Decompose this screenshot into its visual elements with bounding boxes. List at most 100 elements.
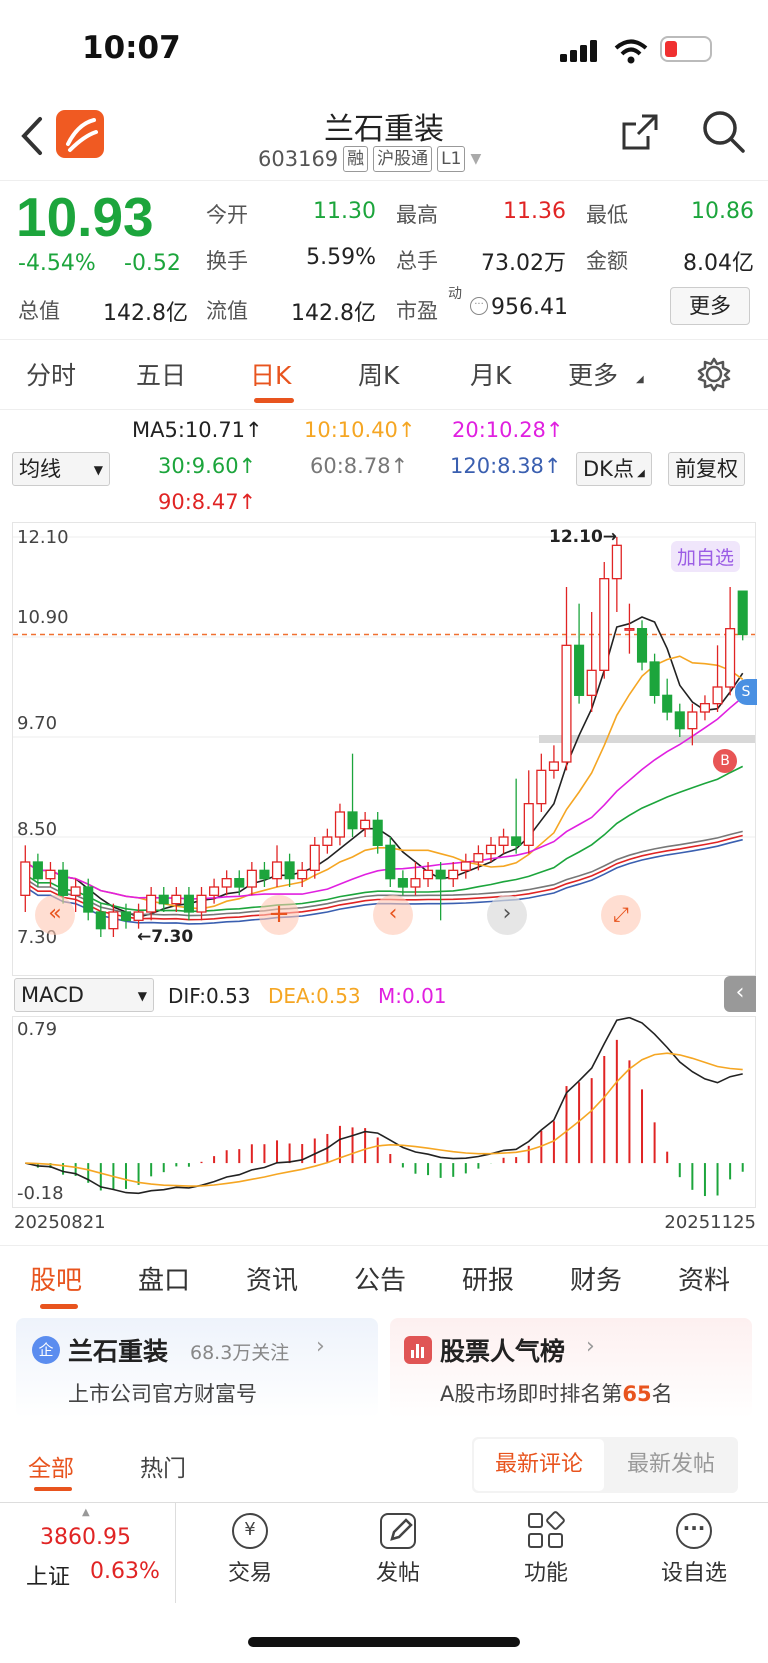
tab-finance[interactable]: 财务: [570, 1260, 622, 1297]
candle-body: [712, 686, 723, 705]
scroll-right-icon[interactable]: ›: [487, 895, 527, 935]
more-stats-button[interactable]: 更多: [670, 287, 750, 325]
tab-daily-k[interactable]: 日K: [250, 356, 291, 392]
popularity-card[interactable]: 股票人气榜 › A股市场即时排名第65名: [390, 1318, 752, 1418]
filter-all[interactable]: 全部: [28, 1449, 74, 1483]
stat-label: 换手: [206, 249, 248, 273]
dea-value: DEA:0.53: [268, 984, 361, 1008]
y-tick: 8.50: [17, 819, 58, 840]
tab-intraday[interactable]: 分时: [26, 356, 76, 392]
scroll-left-fast-icon[interactable]: «: [35, 895, 75, 935]
ma-selector[interactable]: 均线 ▼: [12, 452, 110, 486]
sort-latest-post[interactable]: 最新发帖: [606, 1439, 736, 1491]
settings-gear-icon[interactable]: [696, 356, 732, 392]
stat-value: 10.86: [691, 199, 754, 224]
candle-body: [737, 590, 748, 636]
tab-weekly-k[interactable]: 周K: [358, 356, 399, 392]
tab-five-day[interactable]: 五日: [136, 356, 186, 392]
stat-label: 总值: [18, 299, 60, 323]
y-tick: 10.90: [17, 607, 69, 628]
trade-yen-icon: ¥: [232, 1513, 268, 1549]
index-change: 0.63%: [90, 1559, 160, 1584]
zoom-in-icon[interactable]: +: [259, 895, 299, 935]
chevron-right-icon: ›: [586, 1334, 595, 1359]
stat-value: 73.02万: [481, 251, 566, 276]
tab-news[interactable]: 资讯: [246, 1260, 298, 1297]
functions-button[interactable]: 功能: [496, 1509, 596, 1587]
company-card-title: 兰石重装: [68, 1337, 169, 1366]
candle-body: [234, 878, 245, 888]
add-watchlist-badge[interactable]: 加自选: [671, 541, 741, 572]
ma-indicators: MA5:10.71↑ 10:10.40↑ 20:10.28↑ 均线 ▼ 30:9…: [0, 410, 768, 520]
filter-hot[interactable]: 热门: [140, 1449, 186, 1483]
candle-body: [183, 894, 194, 913]
change-abs: -0.52: [124, 251, 181, 276]
macd-selector[interactable]: MACD ▼: [14, 978, 154, 1012]
stat-value: 8.04亿: [683, 251, 754, 276]
tab-profile[interactable]: 资料: [678, 1260, 730, 1297]
candle-body: [271, 861, 283, 880]
index-widget[interactable]: ▲ 3860.95 上证 0.63%: [0, 1503, 176, 1603]
share-icon[interactable]: [618, 110, 662, 154]
more-dots-icon[interactable]: ···: [470, 297, 488, 315]
tab-announcements[interactable]: 公告: [354, 1260, 406, 1297]
macd-chart[interactable]: 0.79 -0.18: [12, 1016, 756, 1208]
ma-selector-label: 均线: [19, 457, 61, 481]
candle-body: [284, 861, 295, 880]
candle-body: [360, 819, 371, 830]
y-tick: 12.10: [17, 527, 69, 548]
candle-body: [246, 869, 257, 888]
quote-header: 10.93 -4.54% -0.52 今开 11.30 最高 11.36 最低 …: [0, 180, 768, 340]
tab-research[interactable]: 研报: [462, 1260, 514, 1297]
tab-orderbook[interactable]: 盘口: [138, 1260, 190, 1297]
candle-body: [511, 836, 522, 846]
candle-body: [574, 644, 585, 696]
candle-body: [196, 894, 207, 913]
index-value: 3860.95: [40, 1525, 131, 1550]
post-button[interactable]: 发帖: [348, 1513, 448, 1587]
trade-label: 交易: [227, 1561, 272, 1586]
stat-value: 5.59%: [306, 245, 376, 270]
tab-monthly-k[interactable]: 月K: [470, 356, 511, 392]
tag-connect: 沪股通: [373, 146, 433, 172]
candle-body: [385, 844, 396, 880]
sort-toggle: 最新评论 最新发帖: [472, 1437, 738, 1493]
adjust-button[interactable]: 前复权: [668, 452, 745, 486]
candle-body: [662, 694, 673, 713]
stat-value: 142.8亿: [291, 301, 376, 326]
add-watchlist-button[interactable]: ··· 设自选: [644, 1513, 744, 1587]
sort-latest-comment[interactable]: 最新评论: [474, 1439, 604, 1491]
candle-body: [221, 878, 232, 888]
candle-body: [498, 836, 509, 846]
trade-button[interactable]: ¥ 交易: [200, 1513, 300, 1587]
scroll-left-icon[interactable]: ‹: [373, 895, 413, 935]
sell-marker[interactable]: S: [735, 679, 757, 705]
company-card[interactable]: 企 兰石重装 68.3万关注 › 上市公司官方财富号: [16, 1318, 378, 1418]
stat-label: 今开: [206, 203, 248, 227]
dif-line: [25, 1017, 743, 1195]
search-icon[interactable]: [700, 108, 748, 156]
macd-svg: [25, 1017, 744, 1197]
functions-label: 功能: [523, 1561, 568, 1586]
candle-body: [108, 911, 119, 930]
end-date: 20251125: [664, 1212, 756, 1233]
chevron-down-icon[interactable]: ▼: [470, 151, 481, 167]
stat-label: 金额: [586, 249, 628, 273]
kline-chart[interactable]: 12.10 10.90 9.70 8.50 7.30 12.10→ ←7.30 …: [12, 522, 757, 976]
candle-body: [473, 853, 484, 863]
stat-label: 最高: [396, 203, 438, 227]
stat-value: 11.36: [503, 199, 566, 224]
candle-body: [523, 803, 534, 846]
tag-level: L1: [437, 146, 466, 172]
collapse-panel-icon[interactable]: ‹: [724, 976, 756, 1012]
candle-body: [20, 861, 31, 896]
index-name: 上证: [26, 1565, 71, 1590]
min-price-label: ←7.30: [137, 927, 194, 947]
buy-marker[interactable]: B: [713, 749, 737, 773]
dk-point-button[interactable]: DK点 ◢: [576, 452, 652, 486]
tab-more[interactable]: 更多: [568, 356, 618, 392]
fullscreen-icon[interactable]: ⤢: [601, 895, 641, 935]
candle-body: [32, 861, 43, 880]
stock-code-line: 603169 融 沪股通 L1 ▼: [258, 146, 481, 172]
tab-forum[interactable]: 股吧: [30, 1260, 82, 1297]
